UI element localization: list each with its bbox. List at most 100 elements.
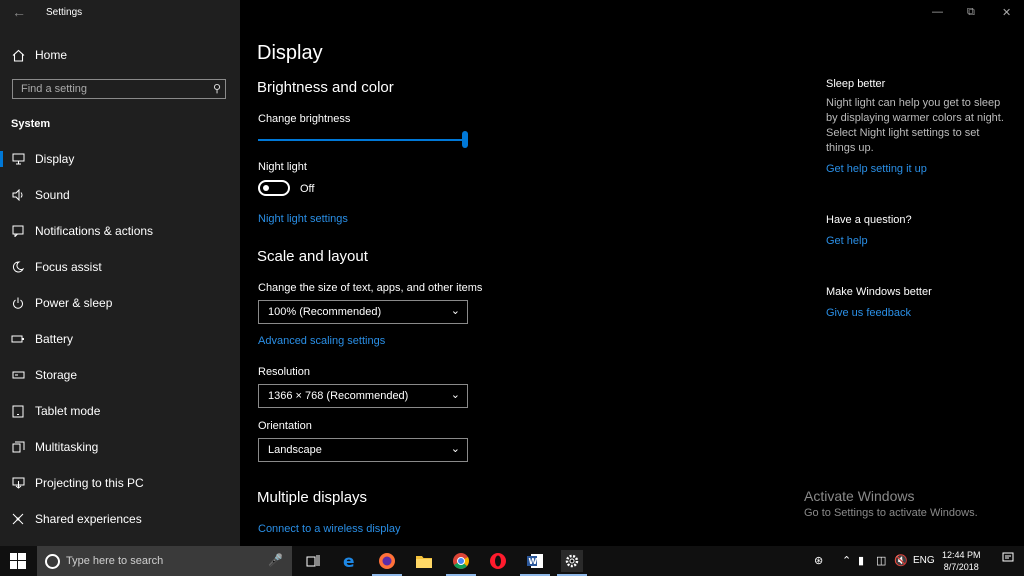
title-bar-left: ← Settings [0, 0, 240, 26]
notification-icon [10, 223, 26, 239]
sidebar-item-storage[interactable]: Storage [0, 360, 240, 390]
night-light-toggle[interactable] [258, 180, 290, 196]
chevron-up-icon[interactable]: ⌃ [842, 554, 851, 567]
sidebar-item-focus-assist[interactable]: Focus assist [0, 252, 240, 282]
home-icon [10, 47, 26, 63]
windows-start-icon[interactable] [10, 553, 26, 569]
sidebar-item-label: Multitasking [35, 440, 99, 454]
toggle-knob [263, 185, 269, 191]
clock-time: 12:44 PM [942, 550, 981, 560]
find-setting-input[interactable] [13, 80, 211, 98]
back-arrow-icon[interactable]: ← [12, 4, 26, 20]
size-dropdown[interactable]: 100% (Recommended) ⌄ [258, 300, 468, 324]
sidebar-item-shared-experiences[interactable]: Shared experiences [0, 504, 240, 534]
sidebar-item-power-sleep[interactable]: Power & sleep [0, 288, 240, 318]
network-icon[interactable]: ◫ [876, 554, 886, 567]
brightness-slider-thumb[interactable] [462, 131, 468, 148]
brightness-slider-track[interactable] [258, 139, 466, 141]
sidebar-item-label: Storage [35, 368, 78, 382]
section-heading-system: System [11, 118, 51, 130]
activate-windows-text: Go to Settings to activate Windows. [804, 507, 978, 519]
advanced-scaling-link[interactable]: Advanced scaling settings [258, 335, 385, 347]
power-icon [10, 295, 26, 311]
search-icon[interactable]: ⚲ [213, 82, 221, 95]
resolution-value: 1366 × 768 (Recommended) [268, 390, 409, 402]
shared-icon [10, 511, 26, 527]
activate-windows-title: Activate Windows [804, 488, 915, 504]
size-label: Change the size of text, apps, and other… [258, 282, 483, 294]
cortana-icon [45, 554, 60, 569]
sleep-better-text: Night light can help you get to sleep by… [826, 97, 1004, 154]
sidebar-item-label: Projecting to this PC [35, 476, 144, 490]
orientation-dropdown[interactable]: Landscape ⌄ [258, 438, 468, 462]
size-value: 100% (Recommended) [268, 306, 382, 318]
get-help-link[interactable]: Get help [826, 235, 868, 247]
sidebar-item-projecting[interactable]: Projecting to this PC [0, 468, 240, 498]
battery-icon [10, 331, 26, 347]
edge-icon[interactable]: e [339, 550, 361, 572]
multitasking-icon [10, 439, 26, 455]
give-feedback-link[interactable]: Give us feedback [826, 307, 911, 319]
sidebar-item-tablet-mode[interactable]: Tablet mode [0, 396, 240, 426]
svg-text:W: W [529, 557, 538, 566]
monitor-icon [10, 151, 26, 167]
sidebar-item-sound[interactable]: Sound [0, 180, 240, 210]
orientation-label: Orientation [258, 420, 312, 432]
minimize-icon[interactable]: — [932, 6, 943, 18]
taskbar-clock[interactable]: 12:44 PM 8/7/2018 [942, 549, 981, 573]
task-view-icon[interactable] [302, 550, 324, 572]
close-icon[interactable]: ✕ [1002, 6, 1011, 19]
settings-gear-icon[interactable] [557, 550, 587, 576]
projecting-icon [10, 475, 26, 491]
brightness-heading: Brightness and color [257, 79, 394, 96]
taskbar-search[interactable]: Type here to search 🎤 [37, 546, 292, 576]
main-content: — ⧉ ✕ Display Brightness and color Chang… [240, 0, 1024, 546]
night-light-settings-link[interactable]: Night light settings [258, 213, 348, 225]
restore-icon[interactable]: ⧉ [967, 6, 975, 19]
firefox-icon[interactable] [372, 550, 402, 576]
sidebar-item-label: Display [35, 152, 75, 166]
notification-center-icon[interactable] [1002, 552, 1014, 567]
people-icon[interactable]: ⊛ [814, 554, 823, 567]
file-explorer-icon[interactable] [413, 550, 435, 572]
moon-icon [10, 259, 26, 275]
night-light-label: Night light [258, 161, 307, 173]
battery-tray-icon[interactable]: ▮ [858, 554, 864, 567]
night-light-state: Off [300, 183, 315, 195]
page-title: Display [257, 42, 323, 64]
speaker-icon [10, 187, 26, 203]
chevron-down-icon: ⌄ [450, 443, 460, 455]
make-windows-better-heading: Make Windows better [826, 286, 932, 298]
language-indicator[interactable]: ENG [913, 555, 935, 566]
chevron-down-icon: ⌄ [450, 305, 460, 317]
opera-icon[interactable] [487, 550, 509, 572]
resolution-label: Resolution [258, 366, 310, 378]
get-help-setting-link[interactable]: Get help setting it up [826, 163, 927, 175]
microphone-icon[interactable]: 🎤 [268, 553, 283, 567]
app-title: Settings [46, 7, 83, 18]
storage-icon [10, 367, 26, 383]
sidebar-item-label: Battery [35, 332, 74, 346]
sidebar: ← Settings Home ⚲ System Display Sound N… [0, 0, 240, 546]
sidebar-item-notifications[interactable]: Notifications & actions [0, 216, 240, 246]
scale-heading: Scale and layout [257, 248, 368, 265]
sidebar-item-label: Tablet mode [35, 404, 101, 418]
sidebar-item-label: Notifications & actions [35, 224, 154, 238]
sidebar-home[interactable]: Home [0, 44, 240, 66]
chrome-icon[interactable] [446, 550, 476, 576]
resolution-dropdown[interactable]: 1366 × 768 (Recommended) ⌄ [258, 384, 468, 408]
sidebar-item-multitasking[interactable]: Multitasking [0, 432, 240, 462]
sidebar-item-display[interactable]: Display [0, 144, 240, 174]
sidebar-item-battery[interactable]: Battery [0, 324, 240, 354]
wireless-display-link[interactable]: Connect to a wireless display [258, 523, 400, 535]
find-setting-search[interactable]: ⚲ [12, 79, 226, 99]
sidebar-item-label: Focus assist [35, 260, 102, 274]
brightness-label: Change brightness [258, 113, 351, 125]
tablet-icon [10, 403, 26, 419]
chevron-down-icon: ⌄ [450, 389, 460, 401]
clock-date: 8/7/2018 [943, 562, 979, 572]
word-icon[interactable]: W [520, 550, 550, 576]
volume-muted-icon[interactable]: 🔇 [894, 554, 908, 567]
multiple-displays-heading: Multiple displays [257, 489, 368, 506]
home-label: Home [35, 48, 68, 62]
